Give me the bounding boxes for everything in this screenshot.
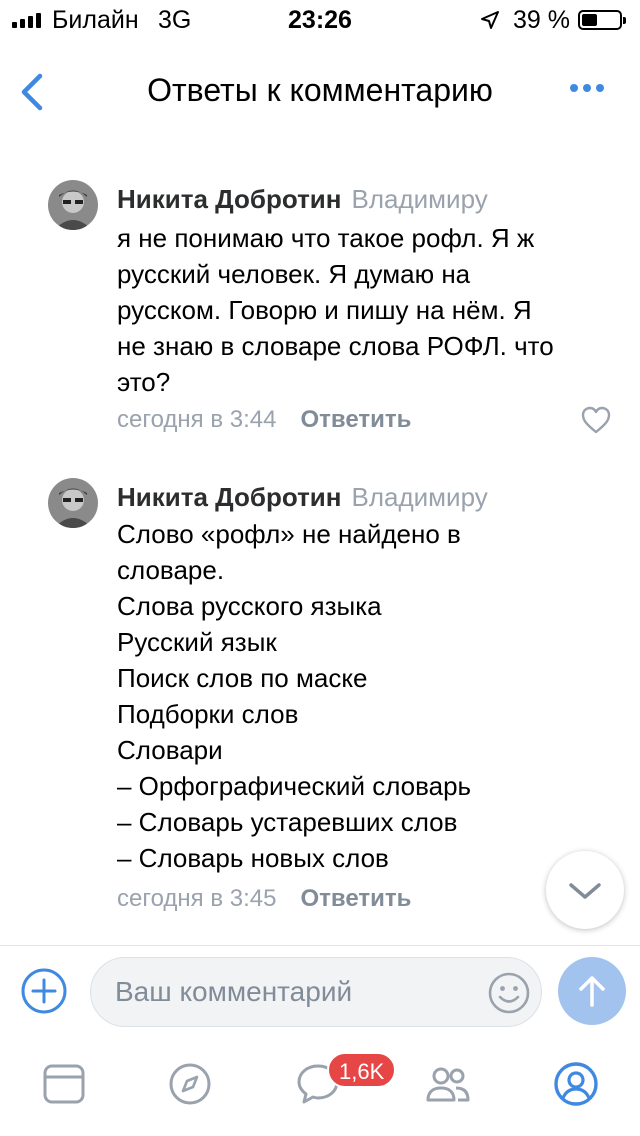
chevron-down-icon — [569, 883, 601, 899]
page-title: Ответы к комментарию — [147, 72, 493, 108]
add-attachment-icon[interactable] — [20, 967, 68, 1015]
comment-text: Слово «рофл» не найдено в словаре. Слова… — [117, 516, 617, 876]
scroll-down-button[interactable] — [546, 851, 624, 929]
comment-text-line: не знаю в словаре слова РОФЛ. что — [117, 331, 554, 361]
comment-text-line: русский человек. Я думаю на — [117, 259, 471, 289]
reply-button[interactable]: Ответить — [300, 885, 411, 912]
avatar[interactable] — [48, 478, 98, 528]
avatar[interactable] — [48, 180, 98, 230]
divider — [0, 945, 640, 946]
arrow-up-icon — [579, 976, 605, 1007]
comment-text-line: – Орфографический словарь — [117, 771, 472, 801]
comment-text-line: Слово «рофл» не найдено в — [117, 519, 461, 549]
news-feed-icon[interactable] — [40, 1060, 88, 1108]
friends-icon[interactable] — [424, 1060, 472, 1108]
emoji-icon[interactable] — [487, 971, 531, 1015]
battery-icon — [578, 10, 626, 30]
comment-meta: сегодня в 3:45 Ответить — [117, 885, 411, 913]
comment-author[interactable]: Никита Добротин — [117, 482, 342, 512]
comment-text-line: Поиск слов по маске — [117, 663, 368, 693]
status-bar: Билайн 3G 23:26 39 % — [0, 0, 640, 40]
comment-text-line: Подборки слов — [117, 699, 299, 729]
messages-badge: 1,6K — [327, 1052, 397, 1088]
comment-input[interactable]: Ваш комментарий — [90, 957, 542, 1027]
comment-text-line: – Словарь новых слов — [117, 843, 389, 873]
battery-percent: 39 % — [513, 6, 570, 34]
more-dots-icon[interactable] — [570, 84, 604, 92]
comment-date: сегодня в 3:44 — [117, 406, 277, 433]
comment-input-placeholder: Ваш комментарий — [115, 976, 353, 1007]
reply-to-name[interactable]: Владимиру — [352, 184, 488, 214]
comment-meta: сегодня в 3:44 Ответить — [117, 406, 411, 434]
comment-text: я не понимаю что такое рофл. Я ж русский… — [117, 220, 617, 400]
reply-button[interactable]: Ответить — [300, 406, 411, 433]
heart-icon[interactable] — [580, 405, 612, 435]
explore-compass-icon[interactable] — [166, 1060, 214, 1108]
comment-text-line: это? — [117, 367, 171, 397]
comment-text-line: – Словарь устаревших слов — [117, 807, 458, 837]
comment-text-line: словаре. — [117, 555, 225, 585]
comment-header: Никита Добротин Владимиру — [117, 482, 488, 513]
comment-header: Никита Добротин Владимиру — [117, 184, 488, 215]
send-button[interactable] — [558, 957, 626, 1025]
tab-bar — [0, 1040, 640, 1136]
comment-text-line: Русский язык — [117, 627, 277, 657]
navigation-bar: Ответы к комментарию — [0, 40, 640, 144]
comment-date: сегодня в 3:45 — [117, 885, 277, 912]
comment-author[interactable]: Никита Добротин — [117, 184, 342, 214]
comment-text-line: Словари — [117, 735, 223, 765]
comment-text-line: русском. Говорю и пишу на нём. Я — [117, 295, 532, 325]
comment-text-line: Слова русского языка — [117, 591, 382, 621]
location-arrow-icon — [481, 11, 499, 29]
comment-text-line: я не понимаю что такое рофл. Я ж — [117, 223, 535, 253]
profile-icon[interactable] — [552, 1060, 600, 1108]
reply-to-name[interactable]: Владимиру — [352, 482, 488, 512]
